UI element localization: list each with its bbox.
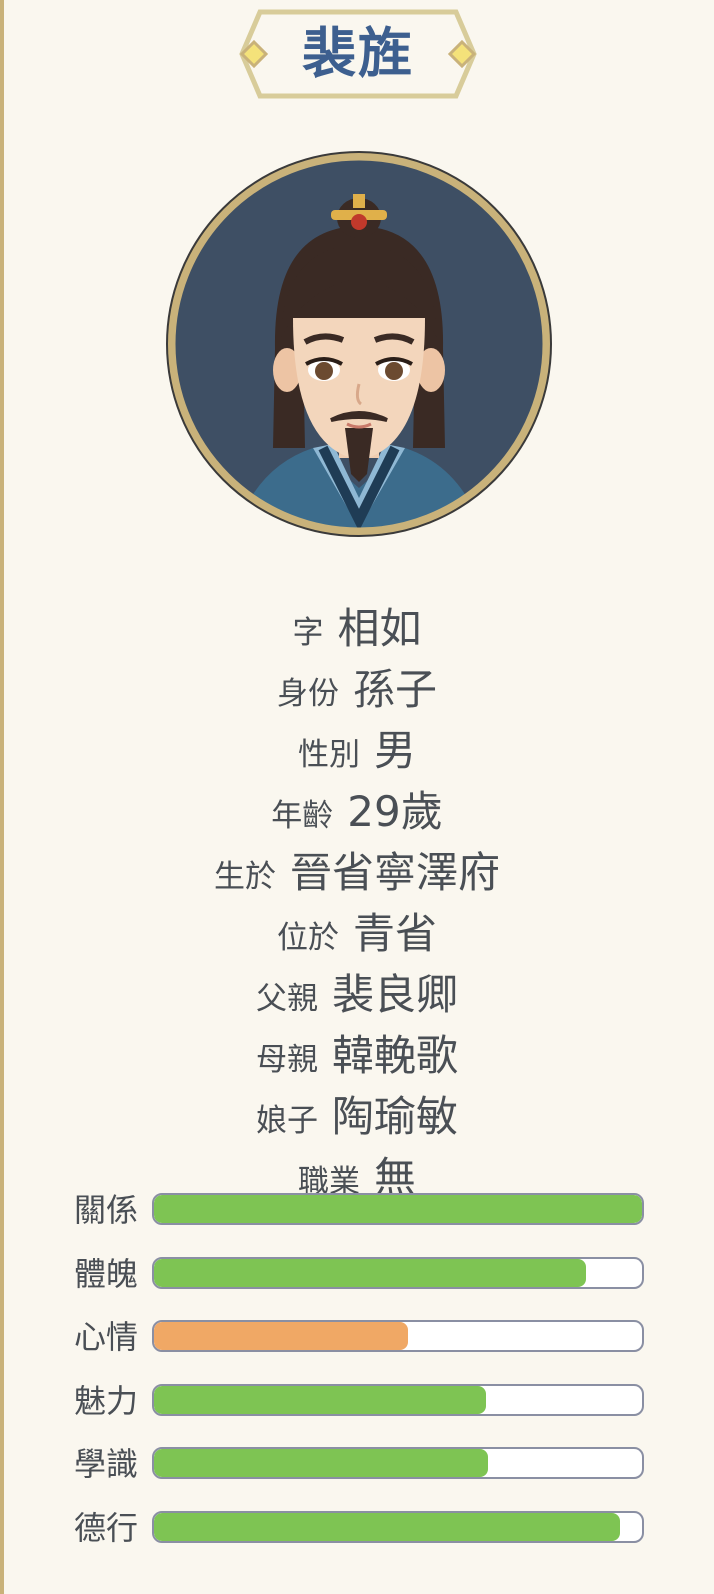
info-row: 位於 青省 [0, 900, 714, 961]
stat-bar-track [152, 1193, 644, 1225]
info-label: 娘子 [255, 1103, 318, 1139]
stat-row: 魅力 [0, 1381, 714, 1421]
info-row: 娘子 陶瑜敏 [0, 1083, 714, 1144]
stat-bar-fill [154, 1449, 489, 1477]
info-value: 男 [373, 726, 416, 775]
stat-bar-track [152, 1510, 644, 1543]
info-value: 29歲 [347, 787, 443, 836]
info-value: 相如 [337, 604, 422, 653]
info-value: 韓輓歌 [331, 1031, 458, 1080]
info-label: 字 [292, 615, 324, 651]
stat-bar-track [152, 1256, 644, 1289]
info-label: 性別 [297, 737, 360, 773]
info-row: 字相如 [0, 595, 714, 656]
info-value: 裴良卿 [331, 970, 458, 1019]
stat-label: 德行 [74, 1508, 139, 1547]
info-row: 性別男 [0, 717, 714, 778]
info-row: 年齡 29歲 [0, 778, 714, 839]
info-row: 身份 孫子 [0, 656, 714, 717]
stat-bar-fill [154, 1258, 586, 1287]
info-label: 位於 [276, 920, 339, 956]
stat-bar-fill [154, 1195, 642, 1223]
info-row: 生於 晉省寧澤府 [0, 839, 714, 900]
stat-bar-track [152, 1447, 644, 1479]
info-value: 陶瑜敏 [331, 1092, 458, 1141]
stat-bar-fill [154, 1322, 408, 1350]
info-value: 青省 [352, 909, 437, 958]
stat-bar-fill [154, 1385, 486, 1414]
stat-row: 關係 [0, 1190, 714, 1230]
character-name: 裴旌 [302, 22, 414, 85]
stat-bar-track [152, 1320, 644, 1352]
info-row: 母親 韓輓歌 [0, 1022, 714, 1083]
stat-bar-fill [154, 1512, 621, 1541]
info-label: 父親 [255, 981, 318, 1017]
stat-label: 學識 [74, 1445, 139, 1483]
stat-label: 心情 [74, 1318, 139, 1356]
info-row: 父親 裴良卿 [0, 961, 714, 1022]
stat-bar-track [152, 1383, 644, 1416]
info-value: 孫子 [352, 665, 437, 714]
info-label: 年齡 [271, 798, 334, 834]
info-label: 生於 [213, 859, 276, 895]
stat-row: 體魄 [0, 1254, 714, 1294]
stat-label: 體魄 [74, 1254, 139, 1293]
character-info-list: 字相如 身份 孫子 性別男年齡 29歲 生於 晉省寧澤府 位於 青省 父親 裴良卿 母親 韓輓歌 娘子 陶瑜… [0, 595, 714, 1205]
info-label: 身份 [276, 676, 339, 712]
stat-row: 心情 [0, 1317, 714, 1357]
stat-label: 關係 [74, 1191, 139, 1229]
name-banner: 裴旌 [238, 8, 478, 100]
stat-row: 德行 [0, 1508, 714, 1548]
stat-row: 學識 [0, 1444, 714, 1484]
character-portrait [163, 148, 555, 540]
info-label: 母親 [255, 1042, 318, 1078]
info-value: 晉省寧澤府 [289, 848, 500, 897]
stat-label: 魅力 [74, 1381, 139, 1420]
